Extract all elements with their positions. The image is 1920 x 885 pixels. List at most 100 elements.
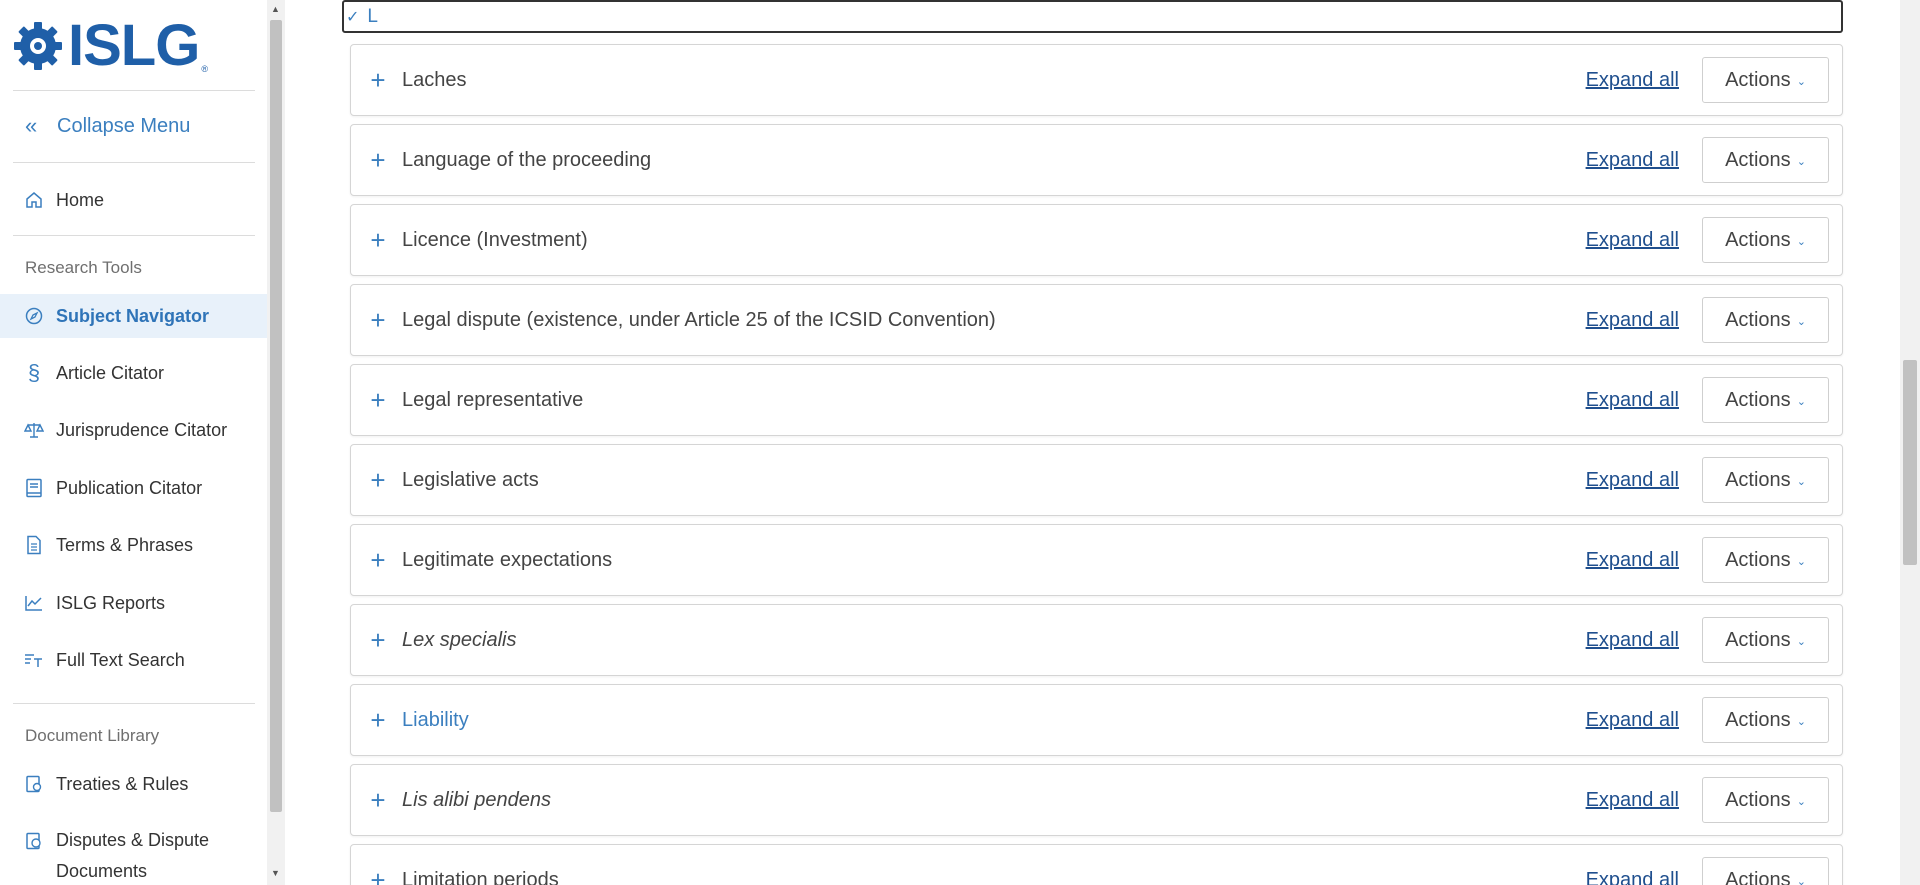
subject-title[interactable]: Licence (Investment) <box>402 229 1586 252</box>
subject-row[interactable]: + Legitimate expectations Expand all Action… <box>350 524 1843 596</box>
sidebar-item-label: Home <box>56 189 105 210</box>
actions-dropdown-button[interactable]: Actions ⌄ <box>1702 377 1829 423</box>
actions-label: Actions <box>1725 308 1791 331</box>
subject-row[interactable]: + Laches Expand all Actions ⌄ <box>350 44 1843 116</box>
plus-icon[interactable]: + <box>368 147 388 173</box>
expand-all-link[interactable]: Expand all <box>1586 229 1679 252</box>
subject-row[interactable]: + Lis alibi pendens Expand all Actions ⌄ <box>350 764 1843 836</box>
subject-row[interactable]: + Legal dispute (existence, under Article… <box>350 284 1843 356</box>
expand-all-link[interactable]: Expand all <box>1586 149 1679 172</box>
sidebar-item-islg-reports[interactable]: ISLG Reports <box>0 581 267 625</box>
subject-row[interactable]: + Licence (Investment) Expand all Actions ⌄ <box>350 204 1843 276</box>
page-scrollbar-thumb[interactable] <box>1903 360 1917 565</box>
plus-icon[interactable]: + <box>368 547 388 573</box>
plus-icon[interactable]: + <box>368 787 388 813</box>
sidebar-scrollbar-thumb[interactable] <box>270 20 282 812</box>
expand-all-link[interactable]: Expand all <box>1586 549 1679 572</box>
divider <box>13 162 255 163</box>
expand-all-link[interactable]: Expand all <box>1586 629 1679 652</box>
plus-icon[interactable]: + <box>368 627 388 653</box>
expand-all-link[interactable]: Expand all <box>1586 69 1679 92</box>
expand-all-link[interactable]: Expand all <box>1586 309 1679 332</box>
subject-row[interactable]: + Language of the proceeding Expand all Act… <box>350 124 1843 196</box>
subject-title[interactable]: Laches <box>402 69 1586 92</box>
sidebar-item-full-text-search[interactable]: Full Text Search <box>0 638 267 682</box>
expand-all-link[interactable]: Expand all <box>1586 869 1679 885</box>
book-icon <box>24 478 44 498</box>
plus-icon[interactable]: + <box>368 227 388 253</box>
chevron-down-icon: ⌄ <box>1796 715 1806 728</box>
chevron-down-icon: ⌄ <box>1796 795 1806 808</box>
actions-dropdown-button[interactable]: Actions ⌄ <box>1702 57 1829 103</box>
collapse-menu-button[interactable]: « Collapse Menu <box>25 113 190 139</box>
sidebar-item-subject-navigator[interactable]: Subject Navigator <box>0 294 267 338</box>
actions-dropdown-button[interactable]: Actions ⌄ <box>1702 137 1829 183</box>
actions-label: Actions <box>1725 708 1791 731</box>
subject-title[interactable]: Legislative acts <box>402 469 1586 492</box>
subject-row[interactable]: + Liability Expand all Actions ⌄ <box>350 684 1843 756</box>
actions-dropdown-button[interactable]: Actions ⌄ <box>1702 457 1829 503</box>
chevron-down-icon: ⌄ <box>1796 635 1806 648</box>
chevron-down-icon: ⌄ <box>1796 395 1806 408</box>
actions-label: Actions <box>1725 228 1791 251</box>
scroll-up-arrow-icon[interactable]: ▲ <box>271 4 280 14</box>
subject-title[interactable]: Legal representative <box>402 389 1586 412</box>
subject-title[interactable]: Lis alibi pendens <box>402 789 1586 812</box>
actions-dropdown-button[interactable]: Actions ⌄ <box>1702 857 1829 885</box>
plus-icon[interactable]: + <box>368 387 388 413</box>
plus-icon[interactable]: + <box>368 67 388 93</box>
sidebar-item-disputes[interactable]: Disputes & Dispute Documents <box>0 825 267 885</box>
scroll-down-arrow-icon[interactable]: ▼ <box>271 868 280 878</box>
subject-row[interactable]: + Limitation periods Expand all Actions ⌄ <box>350 844 1843 885</box>
plus-icon[interactable]: + <box>368 707 388 733</box>
actions-dropdown-button[interactable]: Actions ⌄ <box>1702 217 1829 263</box>
sidebar-item-label: Full Text Search <box>56 649 185 670</box>
treaty-icon <box>24 774 44 794</box>
sidebar-scrollbar[interactable]: ▲ ▼ <box>267 0 285 885</box>
letter-group-header[interactable]: ✓ L <box>342 0 1843 33</box>
page-scrollbar[interactable] <box>1900 0 1920 885</box>
letter-group-label: L <box>367 5 378 27</box>
subject-title[interactable]: Language of the proceeding <box>402 149 1586 172</box>
plus-icon[interactable]: + <box>368 467 388 493</box>
sidebar-item-terms-phrases[interactable]: Terms & Phrases <box>0 523 267 567</box>
expand-all-link[interactable]: Expand all <box>1586 789 1679 812</box>
actions-label: Actions <box>1725 788 1791 811</box>
sidebar-item-article-citator[interactable]: § Article Citator <box>0 351 267 395</box>
subject-row[interactable]: + Lex specialis Expand all Actions ⌄ <box>350 604 1843 676</box>
actions-dropdown-button[interactable]: Actions ⌄ <box>1702 537 1829 583</box>
sidebar-item-label: Treaties & Rules <box>56 773 189 794</box>
subject-row[interactable]: + Legal representative Expand all Actions ⌄ <box>350 364 1843 436</box>
subject-title[interactable]: Legal dispute (existence, under Article … <box>402 309 1586 332</box>
sidebar-item-label: ISLG Reports <box>56 592 166 613</box>
subject-title[interactable]: Liability <box>402 709 1586 732</box>
subject-title[interactable]: Lex specialis <box>402 629 1586 652</box>
subject-row[interactable]: + Legislative acts Expand all Actions ⌄ <box>350 444 1843 516</box>
actions-dropdown-button[interactable]: Actions ⌄ <box>1702 297 1829 343</box>
chart-line-icon <box>24 593 44 613</box>
double-chevron-left-icon: « <box>25 113 38 138</box>
expand-all-link[interactable]: Expand all <box>1586 389 1679 412</box>
sidebar-item-jurisprudence-citator[interactable]: Jurisprudence Citator <box>0 408 267 452</box>
subject-title[interactable]: Legitimate expectations <box>402 549 1586 572</box>
subject-title[interactable]: Limitation periods <box>402 869 1586 885</box>
sidebar-item-label: Jurisprudence Citator <box>56 419 228 440</box>
collapse-menu-label: Collapse Menu <box>57 114 191 137</box>
actions-label: Actions <box>1725 468 1791 491</box>
compass-icon <box>24 306 44 326</box>
sidebar-item-treaties-rules[interactable]: Treaties & Rules <box>0 762 267 806</box>
dispute-icon <box>24 831 44 851</box>
plus-icon[interactable]: + <box>368 867 388 885</box>
actions-label: Actions <box>1725 68 1791 91</box>
subject-list: ✓ L + Laches Expand all Actions ⌄ + Language o… <box>285 0 1900 885</box>
actions-dropdown-button[interactable]: Actions ⌄ <box>1702 777 1829 823</box>
divider <box>13 90 255 91</box>
actions-dropdown-button[interactable]: Actions ⌄ <box>1702 697 1829 743</box>
expand-all-link[interactable]: Expand all <box>1586 709 1679 732</box>
actions-dropdown-button[interactable]: Actions ⌄ <box>1702 617 1829 663</box>
islg-logo[interactable]: ISLG ® <box>12 17 208 75</box>
expand-all-link[interactable]: Expand all <box>1586 469 1679 492</box>
sidebar-item-home[interactable]: Home <box>0 178 267 222</box>
plus-icon[interactable]: + <box>368 307 388 333</box>
sidebar-item-publication-citator[interactable]: Publication Citator <box>0 466 267 510</box>
